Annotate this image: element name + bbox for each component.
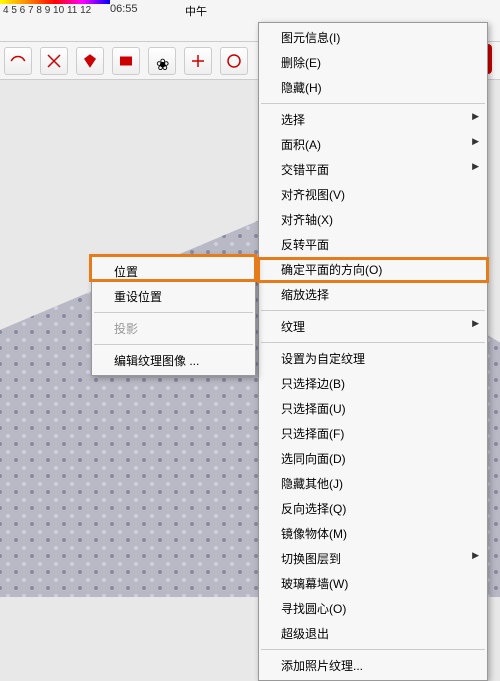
menu-separator [94,312,253,313]
noon-label: 中午 [185,3,207,19]
menu-select-same-dir[interactable]: 选同向面(D) [259,446,487,471]
submenu-edit-texture-image[interactable]: 编辑纹理图像 ... [92,348,255,373]
tool-icon-6[interactable] [184,47,212,75]
tool-icon-1[interactable] [4,47,32,75]
submenu-projection: 投影 [92,316,255,341]
menu-reverse[interactable]: 反转平面 [259,232,487,257]
tool-icon-2[interactable] [40,47,68,75]
menu-mirror[interactable]: 镜像物体(M) [259,521,487,546]
menu-select-faces-f[interactable]: 只选择面(F) [259,421,487,446]
context-menu: 图元信息(I) 删除(E) 隐藏(H) 选择 面积(A) 交错平面 对齐视图(V… [258,22,488,681]
submenu-reset-position[interactable]: 重设位置 [92,284,255,309]
menu-find-center[interactable]: 寻找圆心(O) [259,596,487,621]
menu-delete[interactable]: 删除(E) [259,50,487,75]
menu-select[interactable]: 选择 [259,107,487,132]
menu-align-axes[interactable]: 对齐轴(X) [259,207,487,232]
menu-separator [261,310,485,311]
menu-texture[interactable]: 纹理 [259,314,487,339]
menu-select-faces-u[interactable]: 只选择面(U) [259,396,487,421]
menu-intersect[interactable]: 交错平面 [259,157,487,182]
menu-add-photo-texture[interactable]: 添加照片纹理... [259,653,487,678]
menu-orient[interactable]: 确定平面的方向(O) [259,257,487,282]
menu-separator [261,342,485,343]
menu-entity-info[interactable]: 图元信息(I) [259,25,487,50]
submenu-position[interactable]: 位置 [92,259,255,284]
menu-glass-wall[interactable]: 玻璃幕墙(W) [259,571,487,596]
menu-separator [261,649,485,650]
menu-switch-layer[interactable]: 切换图层到 [259,546,487,571]
menu-separator [261,103,485,104]
menu-set-unique-texture[interactable]: 设置为自定纹理 [259,346,487,371]
ruler: 4 5 6 7 8 9 10 11 12 [0,0,94,20]
tool-icon-4[interactable] [112,47,140,75]
menu-select-edges[interactable]: 只选择边(B) [259,371,487,396]
menu-separator [94,344,253,345]
menu-zoom-selection[interactable]: 缩放选择 [259,282,487,307]
menu-align-view[interactable]: 对齐视图(V) [259,182,487,207]
tool-icon-3[interactable] [76,47,104,75]
menu-hide[interactable]: 隐藏(H) [259,75,487,100]
menu-hide-other[interactable]: 隐藏其他(J) [259,471,487,496]
tool-icon-7[interactable] [220,47,248,75]
menu-area[interactable]: 面积(A) [259,132,487,157]
texture-submenu: 位置 重设位置 投影 编辑纹理图像 ... [91,256,256,376]
tool-icon-5[interactable]: ❀ [148,47,176,75]
menu-super-select[interactable]: 超级退出 [259,621,487,646]
menu-reverse-selection[interactable]: 反向选择(Q) [259,496,487,521]
time-display: 06:55 [110,3,138,15]
